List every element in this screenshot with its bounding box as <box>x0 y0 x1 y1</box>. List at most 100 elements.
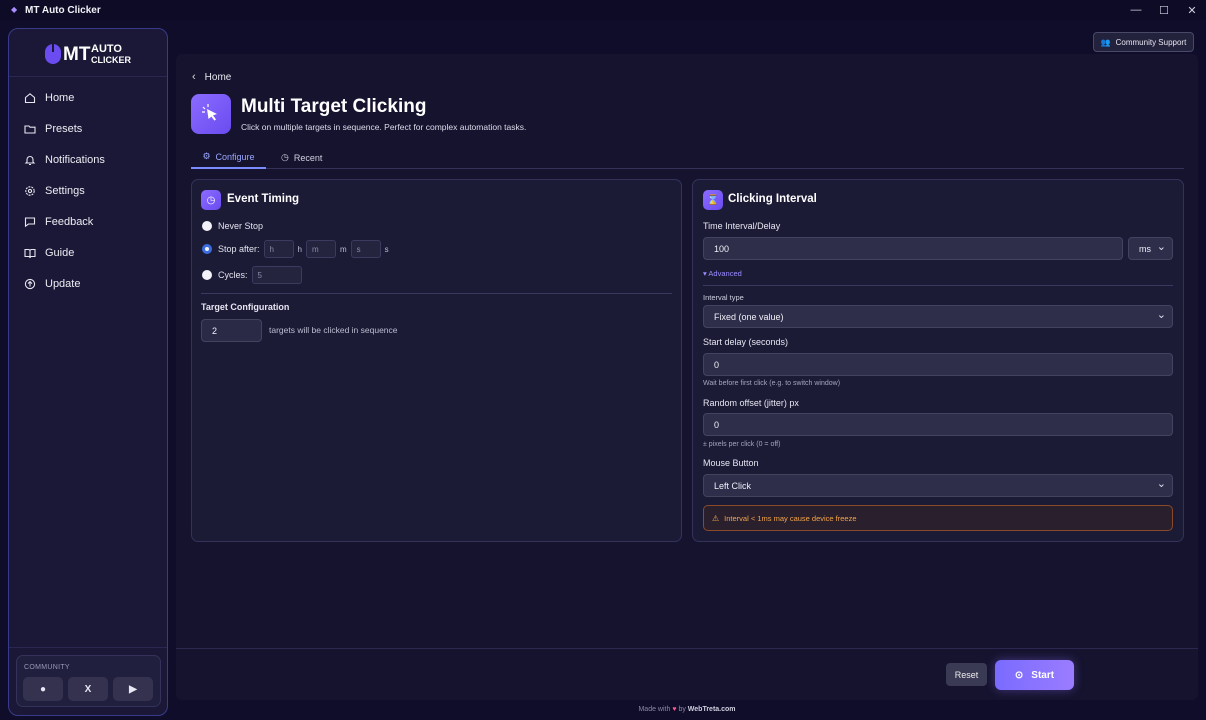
users-icon: 👥 <box>1100 37 1111 47</box>
sidebar-item-feedback[interactable]: Feedback <box>9 206 167 237</box>
clock-icon: ◷ <box>281 152 289 162</box>
sidebar-item-label: Guide <box>45 246 75 259</box>
made-with-footer: Made with ♥ by WebTreta.com <box>0 706 1206 713</box>
hours-input[interactable]: h <box>263 240 294 258</box>
play-circle-icon: ⊙ <box>1014 669 1024 681</box>
sidebar-item-label: Settings <box>45 184 85 197</box>
sidebar-item-guide[interactable]: Guide <box>9 237 167 268</box>
event-timing-card <box>191 179 682 542</box>
start-label: Start <box>1031 669 1055 681</box>
cycles-label: Cycles: <box>218 270 248 280</box>
divider <box>201 293 672 294</box>
time-interval-label: Time Interval/Delay <box>703 221 781 231</box>
stop-after-radio[interactable] <box>202 244 212 254</box>
tab-label: Recent <box>293 152 323 163</box>
reddit-icon: ● <box>39 683 47 695</box>
stop-after-label: Stop after: <box>218 244 260 254</box>
warning-icon: ⚠ <box>712 513 720 523</box>
cycles-radio[interactable] <box>202 270 212 280</box>
cycles-input[interactable]: 5 <box>251 266 302 284</box>
sidebar: MT AUTO CLICKER Home Presets Notificatio… <box>8 28 168 716</box>
window-controls: — ☐ ✕ <box>1122 0 1206 20</box>
interval-warning: ⚠ Interval < 1ms may cause device freeze <box>703 505 1173 531</box>
clock-icon: ◷ <box>201 190 221 210</box>
community-panel: COMMUNITY ● X ▶ <box>16 655 161 707</box>
made-with-text: Made with <box>638 706 671 713</box>
time-interval-input[interactable]: 100 <box>703 237 1123 260</box>
minimize-icon[interactable]: — <box>1122 0 1150 20</box>
minutes-input[interactable]: m <box>305 240 336 258</box>
sidebar-item-home[interactable]: Home <box>9 82 167 113</box>
minutes-unit: m <box>339 244 347 254</box>
sidebar-item-settings[interactable]: Settings <box>9 175 167 206</box>
heart-icon: ♥ <box>672 706 677 713</box>
seconds-input[interactable]: s <box>350 240 381 258</box>
x-button[interactable]: X <box>68 677 108 701</box>
logo-text-mt: MT <box>63 44 91 65</box>
close-icon[interactable]: ✕ <box>1178 0 1206 20</box>
start-delay-input[interactable]: 0 <box>703 353 1173 376</box>
tab-configure[interactable]: ⚙ Configure <box>191 146 266 169</box>
book-icon <box>24 247 36 259</box>
page-title: Multi Target Clicking <box>241 96 427 117</box>
sidebar-item-update[interactable]: Update <box>9 268 167 299</box>
never-stop-option[interactable]: Never Stop <box>202 221 263 231</box>
jitter-hint: ± pixels per click (0 = off) <box>703 441 781 448</box>
update-icon <box>24 278 36 290</box>
sidebar-item-label: Update <box>45 277 81 290</box>
youtube-icon: ▶ <box>129 683 137 695</box>
sidebar-item-notifications[interactable]: Notifications <box>9 144 167 175</box>
divider <box>703 285 1173 286</box>
tab-label: Configure <box>215 151 255 162</box>
logo-mark-icon: MT AUTO CLICKER <box>45 43 131 65</box>
message-icon <box>24 216 36 228</box>
stop-after-option[interactable]: Stop after: h h m m s s <box>202 240 393 258</box>
advanced-toggle[interactable]: ▾ Advanced <box>703 269 742 278</box>
start-button[interactable]: ⊙ Start <box>995 660 1074 690</box>
mouse-button-select[interactable]: Left Click <box>703 474 1173 497</box>
by-text: by <box>678 706 686 713</box>
back-label: Home <box>204 71 232 83</box>
tab-bar: ⚙ Configure ◷ Recent <box>191 146 1184 169</box>
title-bar: ◆ MT Auto Clicker — ☐ ✕ <box>0 0 1206 20</box>
cycles-option[interactable]: Cycles: 5 <box>202 266 302 284</box>
reset-button[interactable]: Reset <box>946 663 987 686</box>
tab-recent[interactable]: ◷ Recent <box>281 146 322 169</box>
start-delay-label: Start delay (seconds) <box>703 337 789 347</box>
mouse-button-label: Mouse Button <box>703 458 759 468</box>
home-icon <box>24 92 36 104</box>
brand-link[interactable]: WebTreta.com <box>688 706 736 713</box>
reddit-button[interactable]: ● <box>23 677 63 701</box>
folder-icon <box>24 123 36 135</box>
maximize-icon[interactable]: ☐ <box>1150 0 1178 20</box>
youtube-button[interactable]: ▶ <box>113 677 153 701</box>
interval-type-select[interactable]: Fixed (one value) <box>703 305 1173 328</box>
sidebar-item-presets[interactable]: Presets <box>9 113 167 144</box>
event-timing-title: Event Timing <box>227 193 299 205</box>
gear-icon: ⚙ <box>202 151 211 161</box>
jitter-input[interactable]: 0 <box>703 413 1173 436</box>
community-support-button[interactable]: 👥 Community Support <box>1093 32 1194 52</box>
time-unit-select[interactable]: ms <box>1128 237 1173 260</box>
target-config-title: Target Configuration <box>201 302 290 312</box>
page-subtitle: Click on multiple targets in sequence. P… <box>241 122 527 132</box>
cursor-click-icon <box>191 94 231 134</box>
never-stop-label: Never Stop <box>218 221 264 231</box>
never-stop-radio[interactable] <box>202 221 212 231</box>
gear-icon <box>24 185 36 197</box>
back-link[interactable]: ‹ Home <box>192 70 231 84</box>
logo-text-clicker: CLICKER <box>91 55 131 65</box>
sidebar-item-label: Notifications <box>45 153 105 166</box>
targets-count-input[interactable]: 2 <box>201 319 262 342</box>
hourglass-icon: ⌛ <box>703 190 723 210</box>
sidebar-divider <box>9 647 167 648</box>
logo-text-auto: AUTO <box>91 43 122 55</box>
start-delay-hint: Wait before first click (e.g. to switch … <box>703 380 841 387</box>
jitter-label: Random offset (jitter) px <box>703 398 799 408</box>
sidebar-item-label: Home <box>45 91 75 104</box>
app-logo: MT AUTO CLICKER <box>9 29 167 77</box>
x-icon: X <box>84 683 92 695</box>
seconds-unit: s <box>384 244 389 254</box>
community-support-label: Community Support <box>1115 37 1187 47</box>
sidebar-item-label: Presets <box>45 122 83 135</box>
